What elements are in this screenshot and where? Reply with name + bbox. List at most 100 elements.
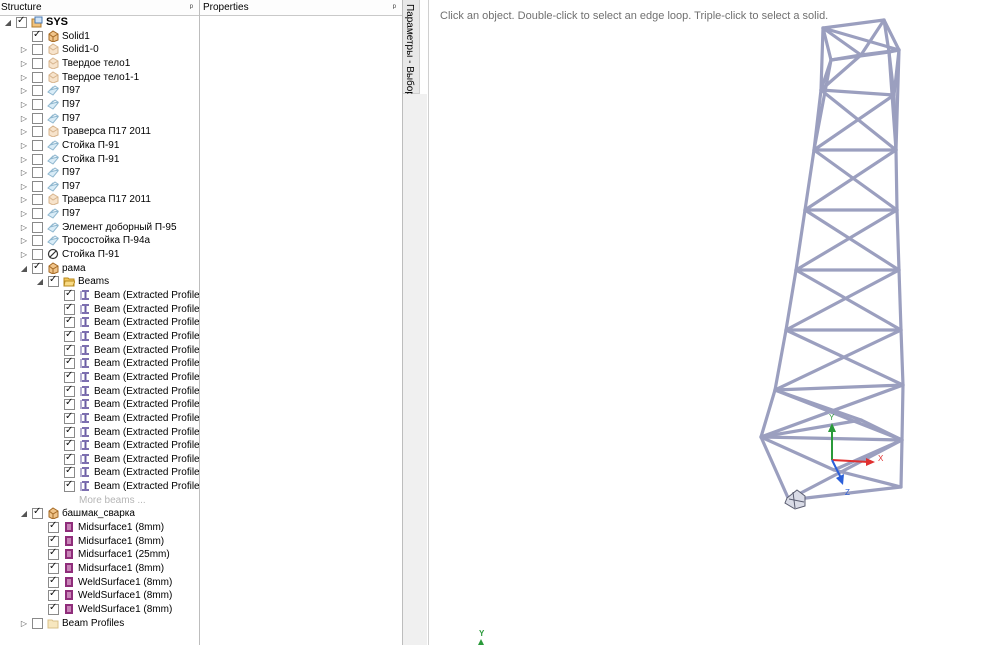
tree-item-checkbox[interactable]	[48, 575, 59, 588]
tree-item[interactable]: WeldSurface1 (8mm)	[0, 588, 199, 602]
3d-viewport[interactable]: Click an object. Double-click to select …	[428, 0, 1000, 645]
tree-item[interactable]: ◢ Beams	[0, 274, 199, 288]
tree-item-checkbox[interactable]	[32, 180, 43, 192]
expand-icon[interactable]: ▷	[20, 221, 28, 234]
tree-item[interactable]: Beam (Extracted Profile	[0, 411, 199, 425]
tree-item-checkbox[interactable]	[32, 44, 43, 56]
tree-item-checkbox[interactable]	[32, 506, 43, 520]
beam-member[interactable]	[895, 208, 901, 272]
beam-member[interactable]	[794, 208, 899, 272]
beam-member[interactable]	[900, 383, 905, 442]
tree-item-checkbox[interactable]	[32, 235, 43, 247]
tree-item-checkbox[interactable]	[32, 194, 43, 206]
expand-icon[interactable]: ▷	[20, 193, 28, 206]
beam-member[interactable]	[773, 328, 788, 392]
expand-icon[interactable]: ▷	[20, 139, 28, 152]
expand-icon[interactable]: ▷	[20, 43, 28, 56]
tree-item[interactable]: ▷ Solid1-0	[0, 43, 199, 56]
tree-item[interactable]: Beam (Extracted Profile	[0, 343, 199, 357]
pin-icon[interactable]: ᵖ	[393, 0, 396, 15]
tree-item[interactable]: Beam (Extracted Profile	[0, 465, 199, 479]
pin-icon[interactable]: ᵖ	[190, 0, 193, 15]
tree-item-checkbox[interactable]	[64, 315, 75, 329]
beam-member[interactable]	[773, 328, 903, 392]
beam-member[interactable]	[894, 148, 899, 212]
expand-icon[interactable]: ▷	[20, 112, 28, 125]
tree-item[interactable]: Beam (Extracted Profile	[0, 356, 199, 370]
beam-member[interactable]	[794, 208, 807, 272]
tree-item-checkbox[interactable]	[64, 411, 75, 424]
beam-member[interactable]	[759, 418, 863, 439]
viewport-canvas[interactable]: Y X Z Y	[429, 0, 1000, 645]
collapse-icon[interactable]: ◢	[20, 262, 28, 275]
tree-item-checkbox[interactable]	[32, 261, 43, 274]
tree-item-checkbox[interactable]	[32, 71, 43, 83]
tree-item[interactable]: ◢ рама	[0, 261, 199, 275]
tree-item[interactable]: ▷ Траверса П17 2011	[0, 125, 199, 138]
tree-item[interactable]: ◢ SYS	[0, 15, 199, 29]
tree-item[interactable]: Beam (Extracted Profile	[0, 315, 199, 329]
beam-member[interactable]	[859, 18, 886, 57]
collapse-icon[interactable]: ◢	[36, 275, 44, 288]
expand-icon[interactable]: ▷	[20, 153, 28, 166]
beam-member[interactable]	[832, 438, 904, 472]
beam-member[interactable]	[784, 268, 798, 332]
expand-icon[interactable]: ▷	[20, 84, 28, 97]
tree-item[interactable]: More beams ...	[0, 494, 199, 507]
tree-item-checkbox[interactable]	[32, 153, 43, 165]
tree-item[interactable]: Beam (Extracted Profile	[0, 452, 199, 466]
tree-item[interactable]: Beam (Extracted Profile	[0, 425, 199, 439]
tree-item[interactable]: WeldSurface1 (8mm)	[0, 602, 199, 616]
tree-item-checkbox[interactable]	[64, 343, 75, 356]
beam-member[interactable]	[821, 18, 886, 30]
tree-item-checkbox[interactable]	[32, 85, 43, 97]
beam-member[interactable]	[759, 388, 777, 439]
tree-item[interactable]: ▷ Beam Profiles	[0, 617, 199, 630]
tree-item[interactable]: Midsurface1 (8mm)	[0, 561, 199, 575]
tree-item-checkbox[interactable]	[32, 617, 43, 629]
tree-item[interactable]: Beam (Extracted Profile	[0, 329, 199, 343]
tree-item[interactable]: ▷ П97	[0, 112, 199, 125]
tree-item[interactable]: Beam (Extracted Profile	[0, 370, 199, 384]
tree-item-checkbox[interactable]	[64, 452, 75, 465]
tree-item-checkbox[interactable]	[64, 397, 75, 411]
tree-item[interactable]: ▷ Элемент доборный П-95	[0, 221, 199, 234]
expand-icon[interactable]: ▷	[20, 248, 28, 261]
tree-item-checkbox[interactable]	[64, 370, 75, 383]
tree-item[interactable]: ▷ Тросостойка П-94а	[0, 234, 199, 247]
beam-member[interactable]	[803, 148, 816, 212]
tree-item[interactable]: ▷ П97	[0, 180, 199, 193]
tree-item-checkbox[interactable]	[32, 126, 43, 138]
expand-icon[interactable]: ▷	[20, 57, 28, 70]
tree-item-checkbox[interactable]	[64, 438, 75, 452]
expand-icon[interactable]: ▷	[20, 125, 28, 138]
beam-member[interactable]	[819, 88, 896, 97]
expand-icon[interactable]: ▷	[20, 98, 28, 111]
tree-item[interactable]: WeldSurface1 (8mm)	[0, 575, 199, 589]
tree-item-checkbox[interactable]	[48, 602, 59, 615]
tree-item[interactable]: ▷ Стойка П-91	[0, 153, 199, 166]
tree-item[interactable]: Midsurface1 (25mm)	[0, 547, 199, 561]
expand-icon[interactable]: ▷	[20, 180, 28, 193]
tree-item-checkbox[interactable]	[16, 15, 27, 28]
expand-icon[interactable]: ▷	[20, 234, 28, 247]
tree-item[interactable]: Midsurface1 (8mm)	[0, 534, 199, 548]
tree-item-checkbox[interactable]	[48, 588, 59, 602]
tree-item-checkbox[interactable]	[32, 139, 43, 151]
tree-item[interactable]: ▷ П97	[0, 84, 199, 97]
tree-item-checkbox[interactable]	[48, 547, 59, 561]
collapse-icon[interactable]: ◢	[20, 507, 28, 520]
tree-item-checkbox[interactable]	[48, 520, 59, 534]
beam-member[interactable]	[897, 268, 903, 332]
tree-item[interactable]: ▷ Твердое тело1-1	[0, 70, 199, 84]
tree-item[interactable]: Beam (Extracted Profile	[0, 302, 199, 316]
tree-item-checkbox[interactable]	[32, 208, 43, 220]
tree-item-checkbox[interactable]	[48, 561, 59, 574]
tree-item-checkbox[interactable]	[64, 479, 75, 493]
tree-item-checkbox[interactable]	[32, 98, 43, 110]
tree-item-checkbox[interactable]	[32, 57, 43, 69]
tree-item[interactable]: Solid1	[0, 29, 199, 43]
tree-item-checkbox[interactable]	[32, 167, 43, 179]
tree-item[interactable]: ▷ Стойка П-91	[0, 248, 199, 261]
tree-item[interactable]: ◢ башмак_сварка	[0, 506, 199, 520]
